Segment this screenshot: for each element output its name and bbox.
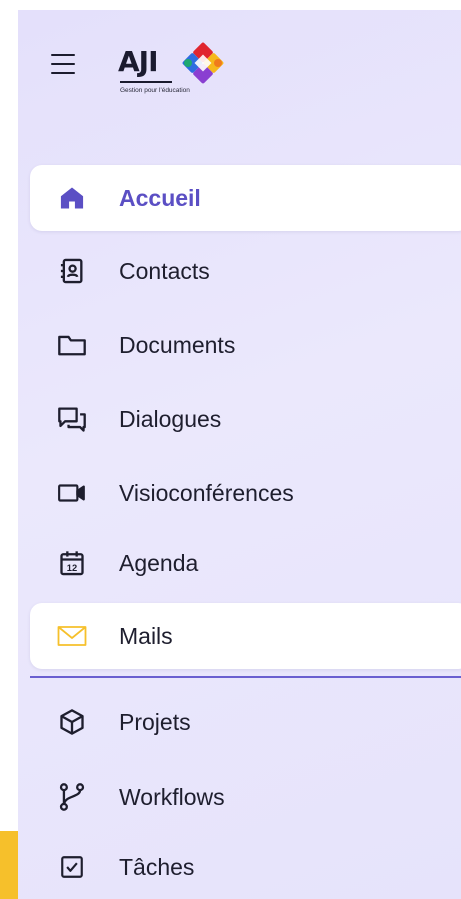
nav-item-documents[interactable]: Documents xyxy=(30,312,461,378)
nav-label-accueil: Accueil xyxy=(119,184,201,211)
logo-diamond-icon xyxy=(182,42,224,84)
mail-envelope-icon xyxy=(57,621,87,651)
nav-label-taches: Tâches xyxy=(119,853,195,880)
nav-item-agenda[interactable]: 12 Agenda xyxy=(30,530,461,596)
nav-item-visioconferences[interactable]: Visioconférences xyxy=(30,460,461,526)
nav-item-mails[interactable]: Mails xyxy=(30,603,461,669)
nav-label-workflows: Workflows xyxy=(119,783,225,810)
nav-item-projets[interactable]: Projets xyxy=(30,689,461,755)
nav-label-mails: Mails xyxy=(119,622,173,649)
logo-tagline: Gestion pour l'éducation xyxy=(120,87,190,94)
nav-label-documents: Documents xyxy=(119,331,236,358)
aji-logo[interactable]: AJI Gestion pour l'éducation xyxy=(118,26,258,106)
folder-icon xyxy=(57,330,87,360)
video-camera-icon xyxy=(57,478,87,508)
nav-label-agenda: Agenda xyxy=(119,549,199,576)
nav-item-workflows[interactable]: Workflows xyxy=(30,764,461,830)
logo-wordmark: AJI xyxy=(118,45,159,78)
nav-label-visioconferences: Visioconférences xyxy=(119,479,294,506)
nav-item-dialogues[interactable]: Dialogues xyxy=(30,386,461,452)
checkbox-icon xyxy=(57,852,87,882)
chat-bubbles-icon xyxy=(57,404,87,434)
logo-underline xyxy=(120,81,172,83)
sidebar-nav: AJI Gestion pour l'éducation Accueil Con… xyxy=(18,10,461,899)
nav-divider xyxy=(30,676,461,678)
sidebar-header: AJI Gestion pour l'éducation xyxy=(18,10,461,150)
nav-item-taches[interactable]: Tâches xyxy=(30,834,461,899)
home-icon xyxy=(57,183,87,213)
contacts-book-icon xyxy=(57,256,87,286)
nav-label-contacts: Contacts xyxy=(119,257,210,284)
calendar-icon-day: 12 xyxy=(67,563,77,573)
nav-label-dialogues: Dialogues xyxy=(119,405,222,432)
calendar-icon: 12 xyxy=(57,548,87,578)
cube-icon xyxy=(57,707,87,737)
nav-label-projets: Projets xyxy=(119,708,191,735)
hamburger-menu-icon[interactable] xyxy=(51,54,75,74)
accent-strip xyxy=(0,831,18,899)
nav-item-contacts[interactable]: Contacts xyxy=(30,238,461,304)
git-branch-icon xyxy=(57,782,87,812)
nav-item-accueil[interactable]: Accueil xyxy=(30,165,461,231)
